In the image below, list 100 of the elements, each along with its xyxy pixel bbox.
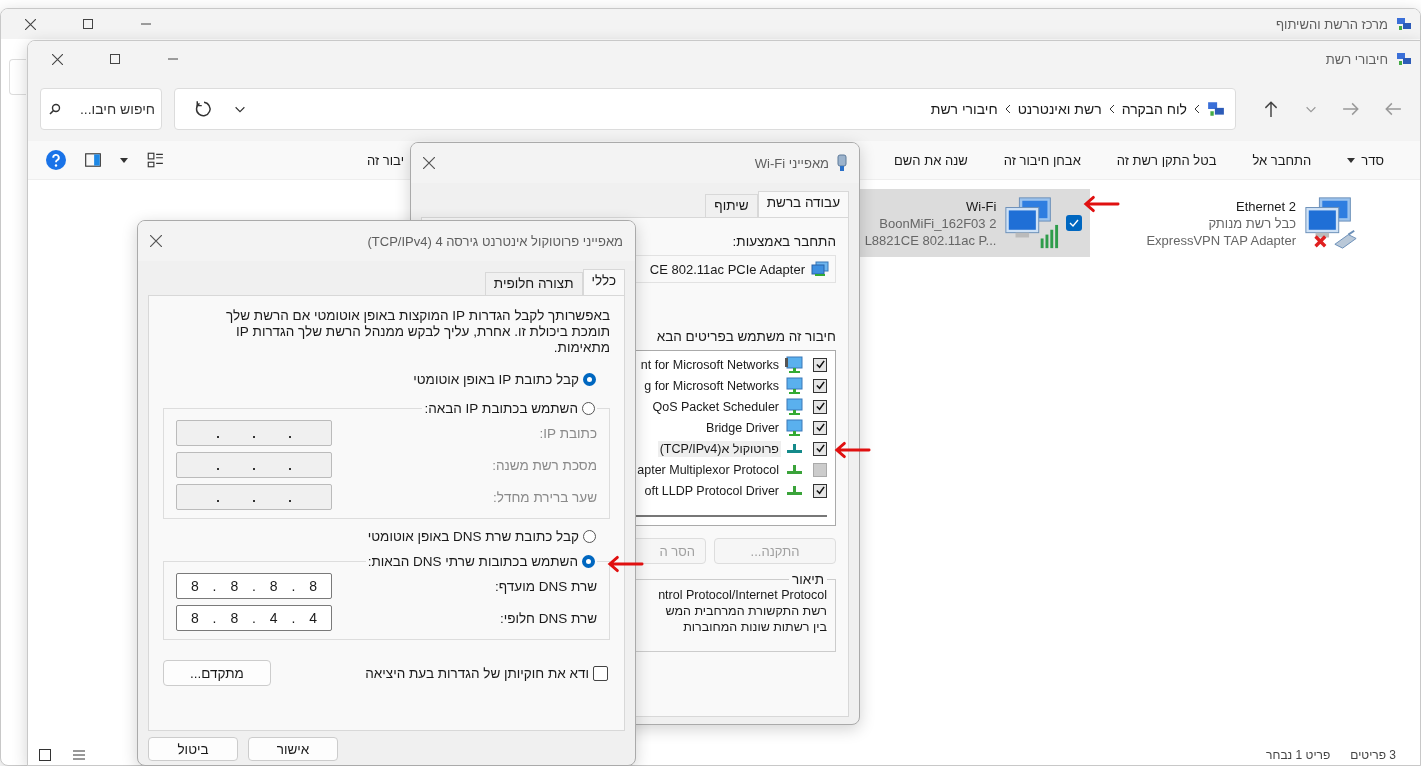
maximize-icon[interactable]: [83, 19, 93, 29]
tab[interactable]: עבודה ברשת: [757, 191, 849, 217]
command-button[interactable]: התחבר אל: [1234, 152, 1330, 168]
checkbox[interactable]: [813, 462, 827, 477]
adapter-status: כבל רשת מנותק: [1207, 215, 1296, 231]
field-label: שרת DNS חלופי:: [499, 610, 597, 626]
status-text: פריט 1 נבחר: [1266, 748, 1331, 762]
chevron-icon: [1003, 104, 1012, 114]
list-item[interactable]: g for Microsoft Networks: [642, 377, 781, 394]
list-item[interactable]: apter Multiplexor Protocol: [635, 461, 781, 478]
ip-address-field[interactable]: [176, 484, 332, 510]
checkbox[interactable]: [813, 483, 827, 498]
checkbox[interactable]: [813, 357, 827, 372]
ip-address-field[interactable]: [176, 420, 332, 446]
protocol-icon: [787, 486, 802, 495]
list-item[interactable]: oft LLDP Protocol Driver: [642, 482, 781, 499]
radio-button[interactable]: [582, 402, 595, 415]
adapter-status: BoonMiFi_162F03 2: [878, 215, 997, 231]
ip-address-field[interactable]: 8 . 8 . 8 . 8: [176, 573, 332, 599]
network-icon: [1396, 16, 1412, 32]
list-label: חיבור זה משתמש בפריטים הבא: [656, 329, 836, 344]
window-title: מרכז הרשת והשיתוף: [1275, 16, 1388, 32]
tab[interactable]: כללי: [582, 269, 625, 295]
close-icon[interactable]: [51, 53, 63, 65]
description-text: ntrol Protocol/Internet Protocol: [658, 587, 827, 603]
dialog-button[interactable]: אישור: [248, 737, 338, 761]
tiles-view-icon[interactable]: [38, 748, 52, 762]
adapter-name: Ethernet 2: [1235, 198, 1296, 214]
checkbox-label: ודא את חוקיותן של הגדרות בעת היציאה: [365, 665, 589, 681]
description-text: רשת התקשורת המרחבית המש: [665, 603, 827, 619]
network-icon: [1396, 51, 1412, 67]
close-icon[interactable]: [24, 18, 36, 30]
list-view-icon[interactable]: [72, 748, 86, 762]
checkbox[interactable]: [813, 420, 827, 435]
breadcrumb-item[interactable]: חיבורי רשת: [930, 101, 998, 117]
view-options-icon[interactable]: [146, 151, 164, 169]
window-title: חיבורי רשת: [1325, 51, 1388, 67]
ip-address-field[interactable]: 8 . 8 . 4 . 4: [176, 605, 332, 631]
preview-pane-icon[interactable]: [84, 151, 102, 169]
field-label: שער ברירת מחדל:: [493, 489, 597, 505]
service-icon: [785, 376, 803, 395]
command-button[interactable]: יבור זה: [367, 152, 404, 168]
network-adapter-icon: [811, 261, 829, 277]
service-icon: [785, 397, 803, 416]
field-label: התחבר באמצעות:: [732, 234, 836, 249]
breadcrumb-item[interactable]: לוח הבקרה: [1121, 101, 1187, 117]
client-icon: [785, 355, 803, 374]
help-icon[interactable]: [46, 150, 66, 170]
adapter-name: CE 802.11ac PCIe Adapter: [649, 261, 805, 277]
ip-address-field[interactable]: [176, 452, 332, 478]
search-field[interactable]: [9, 59, 26, 95]
address-bar[interactable]: לוח הבקרה רשת ואינטרנט חיבורי רשת: [174, 88, 1236, 130]
advanced-button[interactable]: מתקדם...: [163, 660, 271, 686]
command-button[interactable]: שנה את השם: [876, 152, 986, 168]
dialog-title: מאפייני Wi-Fi: [754, 155, 829, 171]
adapter-name: Wi-Fi: [965, 198, 997, 214]
search-field[interactable]: חיפוש חיבו...: [40, 88, 162, 130]
dialog-button[interactable]: ביטול: [148, 737, 238, 761]
protocol-icon: [787, 444, 802, 453]
radio-button[interactable]: [582, 555, 595, 568]
radio-label: קבל כתובת שרת DNS באופן אוטומטי: [367, 529, 579, 544]
checkbox[interactable]: [593, 665, 608, 681]
description-text: בין רשתות שונות המחוברות: [683, 619, 827, 635]
breadcrumb-item[interactable]: רשת ואינטרנט: [1017, 101, 1102, 117]
protocol-icon: [787, 465, 802, 474]
search-icon: [49, 103, 61, 115]
command-button[interactable]: בטל התקן רשת זה: [1098, 152, 1235, 168]
command-button[interactable]: סדר: [1329, 152, 1402, 168]
arrow-annotation: [606, 555, 644, 573]
radio-button[interactable]: [583, 530, 596, 543]
network-adapter-icon: [837, 154, 847, 172]
list-item[interactable]: QoS Packet Scheduler: [650, 398, 781, 415]
checkbox[interactable]: [1066, 215, 1083, 231]
list-item[interactable]: פרוטוקול א(TCP/IPv4): [657, 440, 781, 457]
checkbox[interactable]: [813, 399, 827, 414]
caret-icon[interactable]: [120, 157, 128, 163]
checkbox[interactable]: [813, 441, 827, 456]
field-label: שרת DNS מועדף:: [495, 578, 597, 594]
field-label: כתובת IP:: [539, 425, 597, 441]
command-button[interactable]: אבחן חיבור זה: [985, 152, 1099, 168]
service-icon: [785, 418, 803, 437]
adapter-device: L8821CE 802.11ac P...: [864, 232, 997, 248]
radio-button[interactable]: [583, 373, 596, 386]
status-text: 3 פריטים: [1350, 748, 1396, 762]
dialog-title: מאפייני פרוטוקול אינטרנט גירסה 4 (TCP/IPv4): [367, 233, 623, 249]
radio-label: השתמש בכתובות שרתי DNS הבאות:: [367, 554, 578, 569]
caret-icon: [1347, 157, 1356, 163]
chevron-icon: [1107, 104, 1116, 114]
network-icon: [1207, 100, 1225, 118]
arrow-annotation: [1082, 195, 1120, 213]
adapter-device: ExpressVPN TAP Adapter: [1146, 232, 1296, 248]
checkbox[interactable]: [813, 378, 827, 393]
tab[interactable]: תצורה חלופית: [484, 272, 583, 295]
tab[interactable]: שיתוף: [705, 194, 758, 217]
arrow-annotation: [833, 441, 871, 459]
field-label: מסכת רשת משנה:: [492, 457, 597, 473]
group-title: תיאור: [790, 572, 825, 587]
list-item[interactable]: nt for Microsoft Networks: [638, 356, 781, 373]
maximize-icon[interactable]: [110, 54, 120, 64]
list-item[interactable]: Bridge Driver: [704, 419, 781, 436]
